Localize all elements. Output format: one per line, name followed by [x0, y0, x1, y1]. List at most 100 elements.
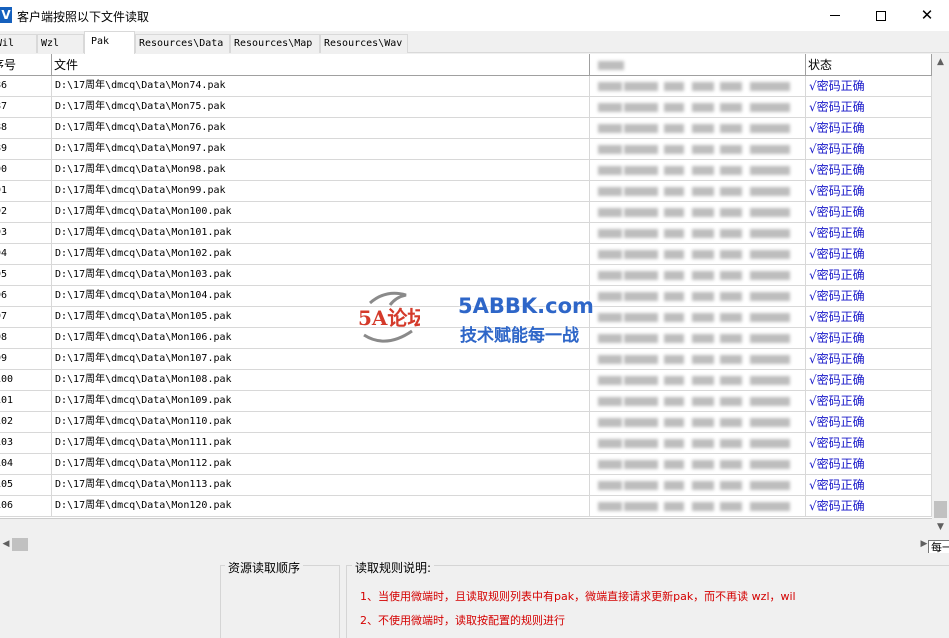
tab-wzl[interactable]: Wzl	[37, 34, 84, 53]
scroll-up-icon[interactable]: ▲	[932, 54, 949, 71]
redacted-block	[720, 481, 742, 490]
redacted-block	[664, 355, 684, 364]
minimize-icon	[830, 15, 840, 16]
vertical-scroll-thumb[interactable]	[934, 501, 947, 518]
redacted-block	[598, 103, 622, 112]
row-status: √密码正确	[806, 496, 932, 517]
row-redacted-cell	[590, 454, 806, 475]
scroll-down-icon[interactable]: ▼	[932, 519, 949, 536]
redacted-block	[750, 355, 790, 364]
table-row[interactable]: 95D:\17周年\dmcq\Data\Mon103.pak √密码正确	[0, 265, 932, 286]
table-row[interactable]: 91D:\17周年\dmcq\Data\Mon99.pak √密码正确	[0, 181, 932, 202]
redacted-block	[720, 103, 742, 112]
redacted-block	[750, 124, 790, 133]
title-bar: V 客户端按照以下文件读取 ✕	[0, 0, 949, 31]
maximize-button[interactable]	[858, 0, 904, 31]
row-redacted-cell	[590, 139, 806, 160]
row-redacted-cell	[590, 349, 806, 370]
resource-order-title: 资源读取顺序	[225, 559, 304, 576]
table-row[interactable]: 104D:\17周年\dmcq\Data\Mon112.pak √密码正确	[0, 454, 932, 475]
redacted-block	[750, 82, 790, 91]
table-row[interactable]: 94D:\17周年\dmcq\Data\Mon102.pak √密码正确	[0, 244, 932, 265]
redacted-block	[720, 502, 742, 511]
redacted-block	[692, 439, 714, 448]
table-row[interactable]: 93D:\17周年\dmcq\Data\Mon101.pak √密码正确	[0, 223, 932, 244]
redacted-block	[692, 208, 714, 217]
column-header-index-label: 序号	[0, 58, 17, 72]
row-file-path: D:\17周年\dmcq\Data\Mon74.pak	[52, 76, 590, 97]
tab-wil[interactable]: Wil	[0, 34, 37, 53]
redacted-block	[720, 313, 742, 322]
tab-resources-map[interactable]: Resources\Map	[230, 34, 320, 53]
table-row[interactable]: 92D:\17周年\dmcq\Data\Mon100.pak √密码正确	[0, 202, 932, 223]
redacted-block	[624, 376, 658, 385]
watermark-slogan: 技术赋能每一战	[460, 326, 579, 346]
row-redacted-cell	[590, 202, 806, 223]
table-row[interactable]: 87D:\17周年\dmcq\Data\Mon75.pak √密码正确	[0, 97, 932, 118]
redacted-block	[624, 271, 658, 280]
redacted-block	[750, 376, 790, 385]
redacted-block	[720, 208, 742, 217]
tab-resources-wav[interactable]: Resources\Wav	[320, 34, 408, 53]
redacted-block	[624, 229, 658, 238]
file-grid[interactable]: 序号 文件 状态 86D:\17周年\dmcq\Data\Mon74.pak √密…	[0, 54, 932, 519]
close-button[interactable]: ✕	[904, 0, 949, 31]
column-header-status[interactable]: 状态	[806, 54, 932, 76]
scroll-left-icon[interactable]: ◀	[0, 536, 12, 553]
row-index: 99	[0, 349, 52, 370]
row-file-path: D:\17周年\dmcq\Data\Mon113.pak	[52, 475, 590, 496]
redacted-block	[720, 397, 742, 406]
row-index: 106	[0, 496, 52, 517]
row-index: 94	[0, 244, 52, 265]
redacted-block	[750, 229, 790, 238]
horizontal-scrollbar[interactable]: ◀ ▶	[0, 536, 932, 553]
rule-line-2: 2、不使用微端时，读取按配置的规则进行	[360, 614, 565, 627]
redacted-block	[720, 355, 742, 364]
tab-strip: Wil Wzl Pak Resources\Data Resources\Map…	[0, 31, 949, 54]
minimize-button[interactable]	[812, 0, 858, 31]
row-redacted-cell	[590, 307, 806, 328]
redacted-block	[624, 82, 658, 91]
redacted-block	[624, 313, 658, 322]
tab-pak[interactable]: Pak	[84, 31, 135, 54]
redacted-block	[624, 502, 658, 511]
row-file-path: D:\17周年\dmcq\Data\Mon120.pak	[52, 496, 590, 517]
table-row[interactable]: 106D:\17周年\dmcq\Data\Mon120.pak √密码正确	[0, 496, 932, 517]
redacted-block	[750, 103, 790, 112]
table-row[interactable]: 99D:\17周年\dmcq\Data\Mon107.pak √密码正确	[0, 349, 932, 370]
table-row[interactable]: 103D:\17周年\dmcq\Data\Mon111.pak √密码正确	[0, 433, 932, 454]
redacted-block	[692, 82, 714, 91]
table-row[interactable]: 88D:\17周年\dmcq\Data\Mon76.pak √密码正确	[0, 118, 932, 139]
row-status: √密码正确	[806, 475, 932, 496]
table-row[interactable]: 105D:\17周年\dmcq\Data\Mon113.pak √密码正确	[0, 475, 932, 496]
row-status: √密码正确	[806, 412, 932, 433]
redacted-block	[598, 82, 622, 91]
row-file-path: D:\17周年\dmcq\Data\Mon76.pak	[52, 118, 590, 139]
row-redacted-cell	[590, 328, 806, 349]
tab-resources-data[interactable]: Resources\Data	[135, 34, 230, 53]
redacted-block	[598, 376, 622, 385]
redacted-block	[692, 502, 714, 511]
table-row[interactable]: 100D:\17周年\dmcq\Data\Mon108.pak √密码正确	[0, 370, 932, 391]
table-row[interactable]: 89D:\17周年\dmcq\Data\Mon97.pak √密码正确	[0, 139, 932, 160]
table-row[interactable]: 101D:\17周年\dmcq\Data\Mon109.pak √密码正确	[0, 391, 932, 412]
horizontal-scroll-thumb[interactable]	[12, 538, 28, 551]
row-status: √密码正确	[806, 265, 932, 286]
column-header-index[interactable]: 序号	[0, 54, 52, 76]
redacted-block	[720, 376, 742, 385]
redacted-block	[750, 145, 790, 154]
redacted-block	[624, 208, 658, 217]
rules-title: 读取规则说明:	[352, 559, 435, 576]
row-index: 87	[0, 97, 52, 118]
column-header-file[interactable]: 文件	[52, 54, 590, 76]
vertical-scrollbar[interactable]: ▲ ▼	[932, 54, 949, 536]
table-row[interactable]: 86D:\17周年\dmcq\Data\Mon74.pak √密码正确	[0, 76, 932, 97]
table-row[interactable]: 90D:\17周年\dmcq\Data\Mon98.pak √密码正确	[0, 160, 932, 181]
watermark-logo: 5A论坛	[358, 291, 420, 343]
row-file-path: D:\17周年\dmcq\Data\Mon100.pak	[52, 202, 590, 223]
redacted-block	[720, 418, 742, 427]
redacted-block	[692, 187, 714, 196]
redacted-block	[664, 334, 684, 343]
redacted-block	[624, 292, 658, 301]
table-row[interactable]: 102D:\17周年\dmcq\Data\Mon110.pak √密码正确	[0, 412, 932, 433]
